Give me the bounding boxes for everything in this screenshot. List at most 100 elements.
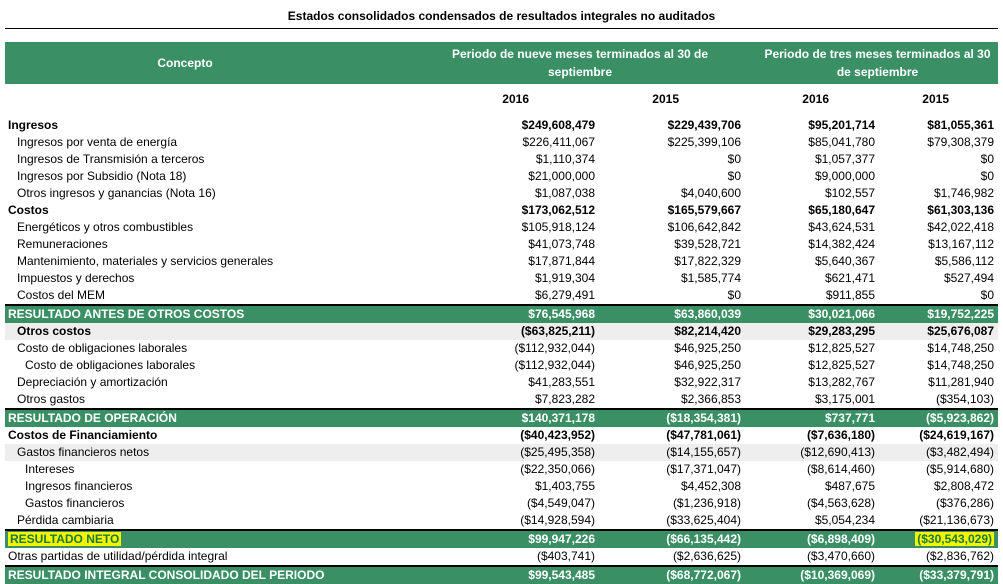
row-label: RESULTADO INTEGRAL CONSOLIDADO DEL PERIO… xyxy=(5,565,403,584)
year-header-row: 2016 2015 2016 2015 xyxy=(5,88,998,110)
row-value: ($47,781,061) xyxy=(666,428,741,442)
row-value: $99,543,485 xyxy=(403,565,599,584)
highlighted-value: ($30,543,029) xyxy=(915,532,994,546)
row-value: ($14,928,594) xyxy=(520,513,595,527)
row-value: ($4,549,047) xyxy=(526,496,595,510)
table-row: Ingresos $249,608,479 $229,439,706 $95,201,… xyxy=(5,117,998,134)
table-row: RESULTADO ANTES DE OTROS COSTOS $76,545,9… xyxy=(5,304,998,323)
row-value: ($8,614,460) xyxy=(806,462,875,476)
row-value: $21,000,000 xyxy=(528,169,595,183)
header-three-month-period: Periodo de tres meses terminados al 30 d… xyxy=(764,47,991,79)
table-row: Costos de Financiamiento ($40,423,952) ($4… xyxy=(5,427,998,444)
table-row: RESULTADO DE OPERACIÓN $140,371,178 ($18,3… xyxy=(5,408,998,427)
row-value: $46,925,250 xyxy=(674,341,741,355)
row-value: $41,283,551 xyxy=(528,375,595,389)
header-nine-month-period: Periodo de nueve meses terminados al 30 … xyxy=(451,47,709,79)
row-value: ($30,543,029) xyxy=(879,529,998,548)
row-value: $65,180,647 xyxy=(808,203,875,217)
row-value: ($40,423,952) xyxy=(520,428,595,442)
row-value: ($5,923,862) xyxy=(879,408,998,427)
row-value: $0 xyxy=(727,288,741,302)
row-value: ($25,495,358) xyxy=(403,444,599,461)
table-row: Costos del MEM $6,279,491 $0 $911,855 $0 xyxy=(5,287,998,305)
row-label: Costos del MEM xyxy=(17,288,106,302)
row-value: $106,642,842 xyxy=(667,220,741,234)
row-value: $14,748,250 xyxy=(927,341,994,355)
row-value: ($2,636,625) xyxy=(672,549,741,563)
row-value: $173,062,512 xyxy=(521,203,595,217)
row-value: $30,021,066 xyxy=(745,304,879,323)
row-value: $225,399,106 xyxy=(667,135,741,149)
row-value: ($63,825,211) xyxy=(403,323,599,340)
row-label: Mantenimiento, materiales y servicios ge… xyxy=(17,254,274,268)
table-row: Gastos financieros ($4,549,047) ($1,236,91… xyxy=(5,495,998,512)
row-label: RESULTADO NETO xyxy=(5,529,403,548)
table-row: Costo de obligaciones laborales ($112,932… xyxy=(5,340,998,357)
row-label: RESULTADO ANTES DE OTROS COSTOS xyxy=(5,304,403,323)
row-value: $76,545,968 xyxy=(403,304,599,323)
row-value: $0 xyxy=(980,288,994,302)
row-label: Ingresos financieros xyxy=(25,479,133,493)
row-value: ($112,932,044) xyxy=(514,358,595,372)
row-value: $12,825,527 xyxy=(808,358,875,372)
table-row: Otros costos ($63,825,211) $82,214,420 $29,… xyxy=(5,323,998,340)
row-value: $19,752,225 xyxy=(879,304,998,323)
table-row: Mantenimiento, materiales y servicios ge… xyxy=(5,253,998,270)
row-value: $165,579,667 xyxy=(667,203,741,217)
row-value: ($1,236,918) xyxy=(672,496,741,510)
row-value: $43,624,531 xyxy=(808,220,875,234)
row-value: $140,371,178 xyxy=(403,408,599,427)
row-value: $29,283,295 xyxy=(745,323,879,340)
row-value: $1,746,982 xyxy=(933,186,994,200)
row-value: $5,054,234 xyxy=(814,513,875,527)
row-value: $79,308,379 xyxy=(927,135,994,149)
table-row: RESULTADO INTEGRAL CONSOLIDADO DEL PERIO… xyxy=(5,565,998,584)
row-label: RESULTADO DE OPERACIÓN xyxy=(5,408,403,427)
row-value: $0 xyxy=(980,152,994,166)
table-row: Energéticos y otros combustibles $105,918… xyxy=(5,219,998,236)
table-row: RESULTADO NETO $99,947,226 ($66,135,442) ($… xyxy=(5,529,998,548)
row-value: $7,823,282 xyxy=(534,392,595,406)
row-value: $9,000,000 xyxy=(814,169,875,183)
table-row: Otros gastos $7,823,282 $2,366,853 $3,175,0… xyxy=(5,391,998,409)
row-value: $0 xyxy=(727,152,741,166)
row-label: Otros costos xyxy=(5,323,403,340)
row-value: ($10,369,069) xyxy=(745,565,879,584)
row-value: $81,055,361 xyxy=(927,118,994,132)
table-row: Remuneraciones $41,073,748 $39,528,721 $14,… xyxy=(5,236,998,253)
row-value: ($6,898,409) xyxy=(745,529,879,548)
row-value: ($21,136,673) xyxy=(919,513,994,527)
row-value: $25,676,087 xyxy=(879,323,998,340)
row-value: ($376,286) xyxy=(935,496,994,510)
row-value: $487,675 xyxy=(824,479,875,493)
row-label: Energéticos y otros combustibles xyxy=(17,220,194,234)
row-value: $39,528,721 xyxy=(674,237,741,251)
row-value: ($3,482,494) xyxy=(879,444,998,461)
table-row: Gastos financieros netos ($25,495,358) ($1… xyxy=(5,444,998,461)
row-value: $1,403,755 xyxy=(534,479,595,493)
year-9m-2016: 2016 xyxy=(502,92,529,106)
table-row: Costo de obligaciones laborales ($112,932… xyxy=(5,357,998,374)
row-value: ($7,636,180) xyxy=(806,428,875,442)
highlighted-label: RESULTADO NETO xyxy=(8,532,122,546)
year-3m-2016: 2016 xyxy=(802,92,829,106)
row-value: $911,855 xyxy=(825,288,875,302)
row-value: ($3,470,660) xyxy=(806,549,875,563)
row-value: $1,057,377 xyxy=(814,152,875,166)
row-value: $95,201,714 xyxy=(808,118,875,132)
row-value: $229,439,706 xyxy=(667,118,741,132)
row-label: Impuestos y derechos xyxy=(17,271,135,285)
row-label: Costo de obligaciones laborales xyxy=(17,341,188,355)
row-value: $4,452,308 xyxy=(680,479,741,493)
row-value: $99,947,226 xyxy=(403,529,599,548)
row-value: ($403,741) xyxy=(536,549,595,563)
row-value: $0 xyxy=(980,169,994,183)
row-label: Ingresos por venta de energía xyxy=(17,135,178,149)
row-value: $226,411,067 xyxy=(522,135,595,149)
row-value: $3,175,001 xyxy=(814,392,875,406)
row-value: $737,771 xyxy=(745,408,879,427)
row-value: $5,640,367 xyxy=(814,254,875,268)
table-row: Costos $173,062,512 $165,579,667 $65,180,64… xyxy=(5,202,998,219)
row-label: Depreciación y amortización xyxy=(17,375,168,389)
row-label: Remuneraciones xyxy=(17,237,108,251)
